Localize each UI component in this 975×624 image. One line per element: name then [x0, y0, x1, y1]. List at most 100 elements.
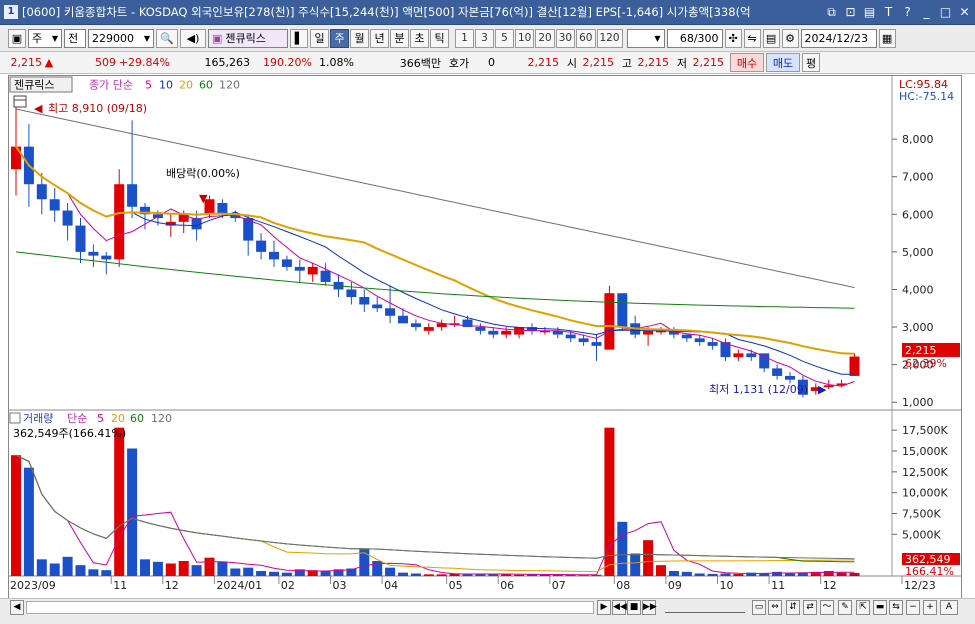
date-input[interactable]: 2024/12/23	[800, 28, 877, 48]
tile-icon[interactable]: ▤	[861, 3, 878, 21]
interval-button-1[interactable]: 1	[455, 28, 474, 48]
candle-body	[385, 308, 396, 316]
interval-button-10[interactable]: 10	[515, 28, 535, 48]
volume-bar	[101, 570, 112, 576]
volume-bar	[630, 553, 641, 576]
candle-body	[75, 225, 86, 252]
zoom-out-icon[interactable]: ▭	[752, 600, 766, 615]
volume-ma60: 60	[130, 412, 144, 425]
candle-body	[127, 184, 138, 207]
search-icon[interactable]: 🔍	[156, 28, 178, 48]
scroll-left-icon[interactable]: ◀	[10, 600, 24, 615]
scroll-mode-icon[interactable]: ⇄	[803, 600, 817, 615]
crosshair-icon[interactable]: ✣	[724, 28, 742, 48]
font-icon[interactable]: T	[880, 3, 897, 21]
sell-button[interactable]: 매도	[766, 53, 800, 72]
interval-button-3[interactable]: 3	[475, 28, 494, 48]
volume-bars	[11, 427, 860, 576]
interval-button-20[interactable]: 20	[535, 28, 555, 48]
panel-toggle-icon[interactable]	[9, 412, 21, 424]
compare-icon[interactable]: ⇋	[743, 28, 761, 48]
count-display[interactable]: 68/300	[666, 28, 723, 48]
scroll-right-icon[interactable]: ▶	[597, 600, 611, 615]
volume-tick-label: 12,500K	[902, 466, 948, 479]
volume-bar	[243, 567, 254, 576]
volume-bar	[398, 572, 408, 576]
calendar-icon[interactable]	[13, 95, 27, 108]
volume-bar	[230, 568, 241, 576]
link-icon[interactable]: ⊡	[842, 3, 859, 21]
period-tab-0[interactable]: 일	[310, 28, 329, 48]
legend-ma60: 60	[199, 79, 213, 92]
save-icon[interactable]: ▤	[762, 28, 780, 48]
volume-ratio: 190.20%	[263, 56, 312, 69]
horizontal-scrollbar[interactable]	[26, 601, 594, 614]
period-select[interactable]: 주 ▼	[28, 28, 62, 48]
close-icon[interactable]: ✕	[956, 3, 973, 21]
minimize-icon[interactable]: _	[918, 3, 935, 21]
zoom-in-icon[interactable]: ⇔	[768, 600, 782, 615]
help-icon[interactable]: ?	[899, 3, 916, 21]
volume-pct-label: 166.41%	[905, 565, 954, 578]
moving-average-ma20	[15, 146, 855, 355]
chart-area[interactable]: 8,000 7,000 6,000 5,000 4,000 3,000 2,000 1,000…	[8, 75, 962, 600]
plus-icon[interactable]: +	[923, 600, 937, 615]
line-icon[interactable]: 〜	[820, 600, 834, 615]
rewind-icon[interactable]: ◀◀	[612, 600, 627, 615]
buy-button[interactable]: 매수	[730, 53, 764, 72]
volume-bar	[707, 573, 718, 576]
dividend-arrow-icon: ▼	[199, 192, 208, 205]
stock-name[interactable]: ▣ 젠큐릭스	[208, 28, 288, 48]
restore-icon[interactable]: ⧉	[823, 3, 840, 21]
volume-bar	[720, 573, 731, 576]
view-toggle[interactable]: 전	[64, 28, 86, 48]
gear-icon[interactable]: ⚙	[781, 28, 799, 48]
volume-ma20: 20	[111, 412, 125, 425]
drawing-icon[interactable]: ✎	[838, 600, 852, 615]
volume-bar	[49, 563, 60, 576]
interval-button-30[interactable]: 30	[555, 28, 576, 48]
interval-button-120[interactable]: 120	[596, 28, 623, 48]
period-tab-6[interactable]: 틱	[430, 28, 449, 48]
cursor-icon[interactable]: ⇱	[856, 600, 870, 615]
sidebar-icon[interactable]: ▌	[290, 28, 308, 48]
sound-icon[interactable]: ◀)	[180, 28, 206, 48]
interval-button-60[interactable]: 60	[576, 28, 596, 48]
volume-bar	[462, 574, 473, 576]
interval-select[interactable]: ▼	[626, 28, 665, 48]
price-tick-label: 5,000	[902, 246, 934, 259]
layout-icon[interactable]: ▣	[8, 28, 26, 48]
volume-bar	[191, 565, 202, 576]
zoom-slider[interactable]	[665, 601, 745, 613]
a-icon[interactable]: A	[940, 600, 958, 615]
period-tab-3[interactable]: 년	[370, 28, 389, 48]
calendar-icon[interactable]: ▦	[878, 28, 896, 48]
stock-code-input[interactable]: 229000 ▼	[88, 28, 154, 48]
interval-button-5[interactable]: 5	[495, 28, 514, 48]
period-tab-2[interactable]: 월	[350, 28, 369, 48]
volume-bar	[320, 571, 331, 576]
period-tab-5[interactable]: 초	[410, 28, 429, 48]
turnover-rate: 1.08%	[319, 56, 354, 69]
candle-body	[591, 342, 602, 346]
minus-icon[interactable]: −	[906, 600, 920, 615]
price-tick-label: 6,000	[902, 208, 934, 221]
grid-lines	[892, 138, 897, 535]
shrink-icon[interactable]: ▬	[873, 600, 887, 615]
candle-body	[36, 184, 47, 200]
average-button[interactable]: 평	[802, 53, 820, 72]
maximize-icon[interactable]: □	[937, 3, 954, 21]
volume-bar	[772, 571, 783, 576]
x-axis-label: 10	[720, 579, 734, 592]
forward-icon[interactable]: ▶▶	[642, 600, 657, 615]
price-tick-label: 1,000	[902, 396, 934, 409]
stock-chart[interactable]: 8,0007,0006,0005,0004,0003,0002,0001,000…	[9, 76, 961, 599]
volume-bar	[514, 574, 525, 576]
x-axis-label: 02	[281, 579, 295, 592]
stop-icon[interactable]: ■	[627, 600, 641, 615]
fit-icon[interactable]: ⇵	[786, 600, 800, 615]
volume-bar	[410, 573, 421, 576]
period-tab-4[interactable]: 분	[390, 28, 409, 48]
split-icon[interactable]: ⇆	[889, 600, 903, 615]
period-tab-1[interactable]: 주	[330, 28, 349, 48]
